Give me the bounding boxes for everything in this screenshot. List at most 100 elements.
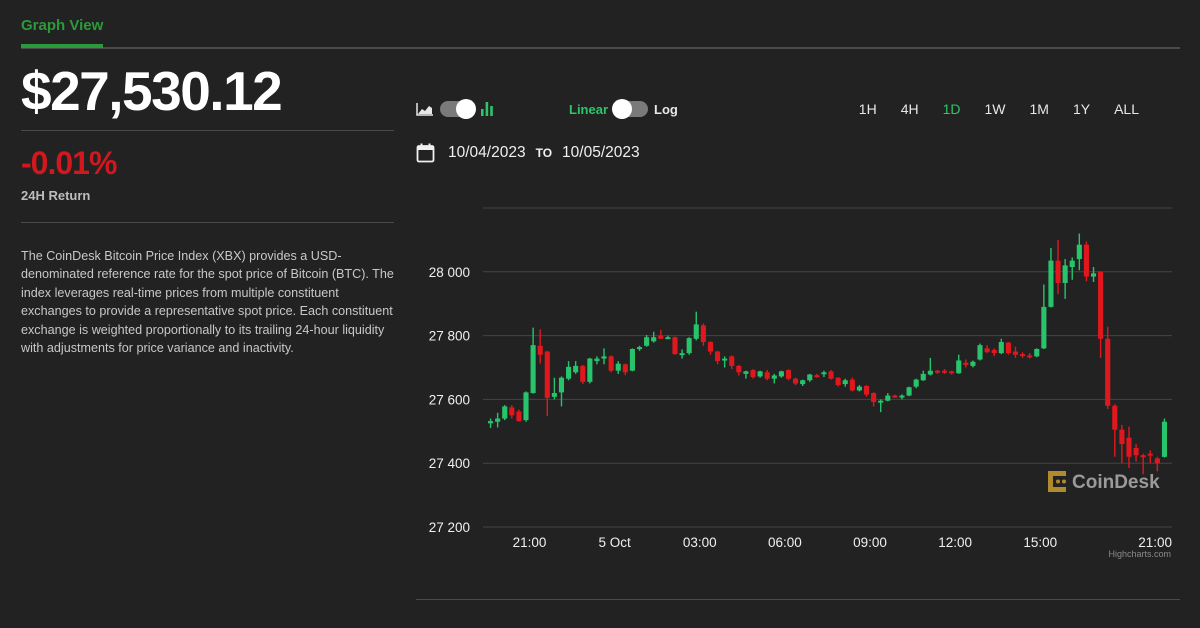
- candle-body: [778, 371, 784, 377]
- candle-body: [629, 348, 635, 371]
- x-tick-label: 03:00: [683, 535, 717, 550]
- candle: [856, 385, 862, 392]
- range-button-1y[interactable]: 1Y: [1073, 101, 1090, 117]
- candle: [835, 377, 841, 387]
- candle-body: [1126, 437, 1132, 457]
- candle: [601, 348, 607, 365]
- candle-body: [1133, 447, 1139, 456]
- range-button-all[interactable]: ALL: [1114, 101, 1139, 117]
- tab-graph-view[interactable]: Graph View: [21, 17, 103, 34]
- candle-body: [686, 338, 692, 354]
- candle-body: [502, 406, 508, 419]
- range-button-1w[interactable]: 1W: [985, 101, 1006, 117]
- candle-body: [927, 370, 933, 375]
- candle: [622, 363, 628, 376]
- candle: [821, 370, 827, 378]
- candle-body: [530, 345, 536, 394]
- candle: [750, 369, 756, 379]
- candle-body: [679, 353, 685, 356]
- candle: [1055, 239, 1061, 295]
- candle-body: [608, 356, 614, 371]
- highcharts-credit: Highcharts.com: [1108, 549, 1171, 559]
- divider: [21, 130, 394, 131]
- candle: [573, 361, 579, 374]
- range-button-1m[interactable]: 1M: [1030, 101, 1049, 117]
- candle-body: [1041, 306, 1047, 349]
- candle: [878, 399, 884, 413]
- candle: [615, 361, 621, 374]
- candle-body: [800, 380, 806, 385]
- candle-body: [1154, 458, 1160, 464]
- candle-body: [1140, 455, 1146, 458]
- range-button-1h[interactable]: 1H: [859, 101, 877, 117]
- candlestick-chart-icon[interactable]: [480, 101, 494, 117]
- candle-body: [601, 356, 607, 359]
- candle-body: [1005, 342, 1011, 354]
- range-button-1d[interactable]: 1D: [943, 101, 961, 117]
- candle: [693, 311, 699, 341]
- candle-body: [934, 370, 941, 373]
- candle: [885, 393, 891, 402]
- candle: [991, 348, 997, 357]
- candle-body: [551, 393, 557, 397]
- candle-body: [920, 373, 926, 381]
- candle-body: [949, 371, 955, 374]
- x-tick-label: 06:00: [768, 535, 802, 550]
- date-from[interactable]: 10/04/2023: [448, 144, 526, 162]
- candle-body: [998, 341, 1004, 354]
- candle-body: [636, 347, 643, 350]
- candle-body: [878, 400, 884, 403]
- candle: [1133, 444, 1139, 462]
- watermark-text: CoinDesk: [1072, 472, 1160, 493]
- date-to[interactable]: 10/05/2023: [562, 144, 640, 162]
- y-tick-label: 27 200: [429, 520, 470, 535]
- candle-body: [1027, 355, 1033, 358]
- candle-body: [899, 395, 905, 398]
- candle-body: [849, 379, 855, 391]
- scale-switch: Linear Log: [569, 96, 678, 122]
- price-chart[interactable]: 27 200 27 400 27 600 27 800 28 000 21:00 5 Oc…: [410, 195, 1190, 575]
- candle-body: [1119, 429, 1125, 445]
- tab-divider: [21, 47, 1180, 49]
- chart-type-switch: [416, 96, 494, 122]
- active-tab-indicator: [21, 44, 103, 48]
- candle-body: [771, 375, 777, 379]
- chart-type-toggle[interactable]: [440, 99, 476, 119]
- candle: [998, 338, 1004, 355]
- candle-body: [807, 374, 813, 381]
- candle: [736, 364, 742, 376]
- candle-body: [1012, 351, 1019, 355]
- candle-body: [856, 386, 862, 391]
- area-chart-icon[interactable]: [416, 102, 434, 116]
- scale-log-label[interactable]: Log: [654, 102, 678, 117]
- candle-body: [1098, 271, 1104, 339]
- candle: [849, 377, 855, 392]
- candle-body: [580, 365, 586, 382]
- candle-body: [736, 365, 742, 373]
- candle: [530, 327, 536, 394]
- toggle-knob: [612, 99, 633, 119]
- candle: [1020, 352, 1026, 358]
- x-tick-label: 21:00: [1138, 535, 1172, 550]
- chart-gridlines: [483, 207, 1172, 528]
- range-button-4h[interactable]: 4H: [901, 101, 919, 117]
- candle-body: [693, 324, 699, 339]
- divider: [416, 599, 1180, 600]
- calendar-icon[interactable]: [416, 143, 435, 163]
- scale-toggle[interactable]: [612, 99, 649, 119]
- candle: [729, 355, 735, 370]
- candle: [523, 391, 529, 422]
- candle-body: [764, 372, 770, 379]
- coindesk-logo-icon: [1048, 471, 1066, 492]
- candle-body: [977, 345, 983, 360]
- index-description: The CoinDesk Bitcoin Price Index (XBX) p…: [21, 249, 394, 356]
- candle-body: [615, 363, 621, 371]
- candle-body: [1112, 405, 1118, 430]
- candle: [934, 370, 941, 374]
- scale-linear-label[interactable]: Linear: [569, 102, 608, 117]
- candle-body: [1090, 273, 1097, 277]
- candle: [941, 369, 948, 374]
- candle: [778, 370, 784, 378]
- candle: [495, 412, 501, 428]
- candle: [842, 378, 848, 387]
